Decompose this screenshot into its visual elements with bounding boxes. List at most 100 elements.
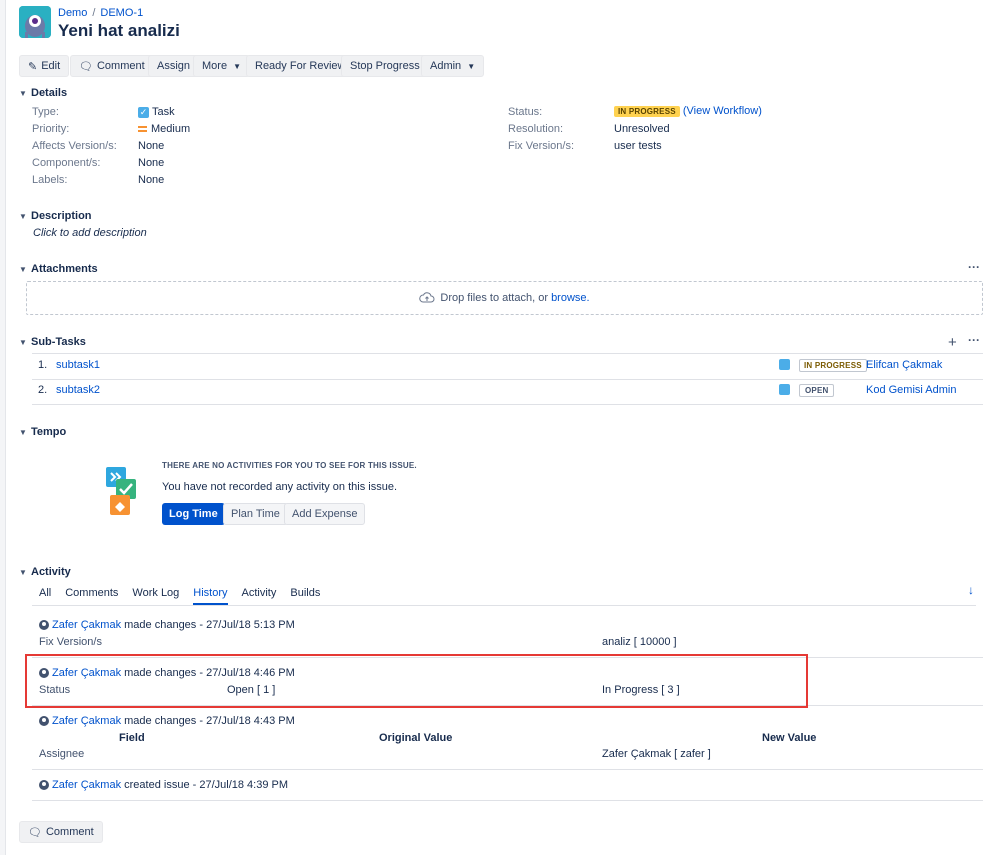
history-new-value: Zafer Çakmak [ zafer ] bbox=[602, 748, 711, 760]
comment-button[interactable]: 🗨 Comment bbox=[70, 55, 154, 77]
subtasks-heading: Sub-Tasks bbox=[31, 336, 86, 348]
subtasks-divider bbox=[32, 404, 983, 405]
tab-activity[interactable]: Activity bbox=[242, 587, 277, 605]
pencil-icon: ✎ bbox=[28, 60, 38, 73]
chevron-down-icon: ▼ bbox=[467, 61, 476, 71]
type-value: ✓ Task bbox=[138, 106, 175, 118]
stop-progress-button[interactable]: Stop Progress bbox=[341, 55, 429, 77]
task-checkbox-icon: ✓ bbox=[138, 106, 149, 118]
subtasks-section-toggle[interactable]: ▼ Sub-Tasks bbox=[19, 336, 86, 348]
add-expense-button[interactable]: Add Expense bbox=[284, 503, 366, 525]
ready-for-review-button[interactable]: Ready For Review bbox=[246, 55, 355, 77]
fix-version-link[interactable]: user tests bbox=[614, 140, 662, 152]
affects-version-value: None bbox=[138, 140, 165, 152]
history-action: made changes - 27/Jul/18 4:43 PM bbox=[124, 715, 295, 727]
resolution-label: Resolution: bbox=[508, 123, 564, 135]
edit-button-label: Edit bbox=[41, 60, 61, 72]
description-section-toggle[interactable]: ▼ Description bbox=[19, 210, 92, 222]
tab-all[interactable]: All bbox=[39, 587, 51, 605]
chevron-down-icon: ▼ bbox=[233, 61, 241, 71]
subtasks-divider bbox=[32, 353, 983, 354]
column-header-original: Original Value bbox=[379, 732, 453, 744]
subtask-status-badge: OPEN bbox=[799, 384, 835, 397]
tempo-empty-title: THERE ARE NO ACTIVITIES FOR YOU TO SEE F… bbox=[162, 461, 417, 470]
history-divider bbox=[32, 769, 983, 770]
tabs-divider bbox=[32, 605, 976, 606]
ready-for-review-label: Ready For Review bbox=[255, 60, 346, 72]
component-value: None bbox=[138, 157, 165, 169]
tab-comments[interactable]: Comments bbox=[65, 587, 118, 605]
bottom-comment-button[interactable]: 🗨 Comment bbox=[19, 821, 103, 843]
browse-link[interactable]: browse. bbox=[551, 292, 590, 304]
tab-work-log[interactable]: Work Log bbox=[132, 587, 179, 605]
issue-title[interactable]: Yeni hat analizi bbox=[58, 21, 180, 41]
tab-builds[interactable]: Builds bbox=[290, 587, 320, 605]
collapse-chevron-icon: ▼ bbox=[19, 264, 27, 274]
history-entry-header: Zafer Çakmak created issue - 27/Jul/18 4… bbox=[39, 779, 288, 791]
subtask-number: 2. bbox=[38, 384, 48, 396]
left-sidebar-edge bbox=[0, 0, 6, 855]
breadcrumb-project-link[interactable]: Demo bbox=[58, 7, 87, 19]
speech-bubble-icon: 🗨 bbox=[28, 826, 42, 839]
history-divider bbox=[32, 800, 983, 801]
more-button-label: More bbox=[202, 60, 228, 72]
subtasks-more-icon[interactable]: ··· bbox=[968, 333, 980, 347]
history-user-link[interactable]: Zafer Çakmak bbox=[52, 619, 121, 631]
status-value: IN PROGRESS (View Workflow) bbox=[614, 105, 762, 117]
comment-button-label: Comment bbox=[96, 60, 145, 72]
user-avatar-icon bbox=[39, 780, 49, 790]
labels-label: Labels: bbox=[32, 174, 68, 186]
tempo-section-toggle[interactable]: ▼ Tempo bbox=[19, 426, 66, 438]
status-badge: IN PROGRESS bbox=[614, 105, 680, 117]
subtask-row[interactable]: 1. subtask1 IN PROGRESS Elifcan Çakmak bbox=[0, 355, 999, 379]
history-new-value: analiz [ 10000 ] bbox=[602, 636, 677, 648]
component-label: Component/s: bbox=[32, 157, 101, 169]
description-heading: Description bbox=[31, 210, 92, 222]
more-button[interactable]: More ▼ bbox=[193, 55, 250, 77]
project-avatar[interactable] bbox=[19, 6, 51, 38]
history-user-link[interactable]: Zafer Çakmak bbox=[52, 715, 121, 727]
status-label: Status: bbox=[508, 106, 543, 118]
resolution-value: Unresolved bbox=[614, 123, 670, 135]
bottom-comment-label: Comment bbox=[45, 826, 94, 838]
subtask-link[interactable]: subtask1 bbox=[56, 359, 100, 371]
attachment-dropzone[interactable]: Drop files to attach, or browse. bbox=[26, 281, 983, 315]
attachments-heading: Attachments bbox=[31, 263, 98, 275]
subtask-status-badge: IN PROGRESS bbox=[799, 359, 867, 372]
add-subtask-icon[interactable]: + bbox=[948, 334, 957, 351]
details-section-toggle[interactable]: ▼ Details bbox=[19, 87, 67, 99]
subtask-link[interactable]: subtask2 bbox=[56, 384, 100, 396]
log-time-button[interactable]: Log Time bbox=[162, 503, 225, 525]
collapse-chevron-icon: ▼ bbox=[19, 211, 27, 221]
sort-order-icon[interactable]: ↓ bbox=[968, 583, 974, 597]
activity-section-toggle[interactable]: ▼ Activity bbox=[19, 566, 71, 578]
tempo-illustration-icon bbox=[104, 465, 140, 522]
subtask-type-icon bbox=[779, 384, 790, 395]
assign-button-label: Assign bbox=[157, 60, 191, 72]
attachments-more-icon[interactable]: ··· bbox=[968, 260, 980, 274]
breadcrumb-separator: / bbox=[92, 7, 96, 19]
subtask-assignee-link[interactable]: Elifcan Çakmak bbox=[866, 359, 942, 371]
subtask-assignee-link[interactable]: Kod Gemisi Admin bbox=[866, 384, 956, 396]
description-placeholder[interactable]: Click to add description bbox=[33, 227, 147, 239]
collapse-chevron-icon: ▼ bbox=[19, 567, 27, 577]
plan-time-button[interactable]: Plan Time bbox=[223, 503, 288, 525]
priority-value-text: Medium bbox=[151, 123, 191, 135]
assign-button[interactable]: Assign bbox=[148, 55, 200, 77]
subtask-number: 1. bbox=[38, 359, 48, 371]
highlight-box bbox=[25, 654, 808, 708]
admin-button[interactable]: Admin ▼ bbox=[421, 55, 485, 77]
subtask-row[interactable]: 2. subtask2 OPEN Kod Gemisi Admin bbox=[0, 380, 999, 404]
edit-button[interactable]: ✎ Edit bbox=[19, 55, 70, 77]
history-action: created issue - 27/Jul/18 4:39 PM bbox=[124, 779, 289, 791]
speech-bubble-icon: 🗨 bbox=[79, 60, 93, 73]
breadcrumb-issue-link[interactable]: DEMO-1 bbox=[100, 7, 143, 19]
tab-history[interactable]: History bbox=[193, 587, 228, 605]
priority-medium-icon bbox=[138, 126, 147, 132]
fix-version-label: Fix Version/s: bbox=[508, 140, 575, 152]
attachments-section-toggle[interactable]: ▼ Attachments bbox=[19, 263, 98, 275]
stop-progress-label: Stop Progress bbox=[350, 60, 420, 72]
history-user-link[interactable]: Zafer Çakmak bbox=[52, 779, 121, 791]
tempo-empty-text: You have not recorded any activity on th… bbox=[162, 481, 398, 493]
view-workflow-link[interactable]: (View Workflow) bbox=[683, 105, 762, 117]
